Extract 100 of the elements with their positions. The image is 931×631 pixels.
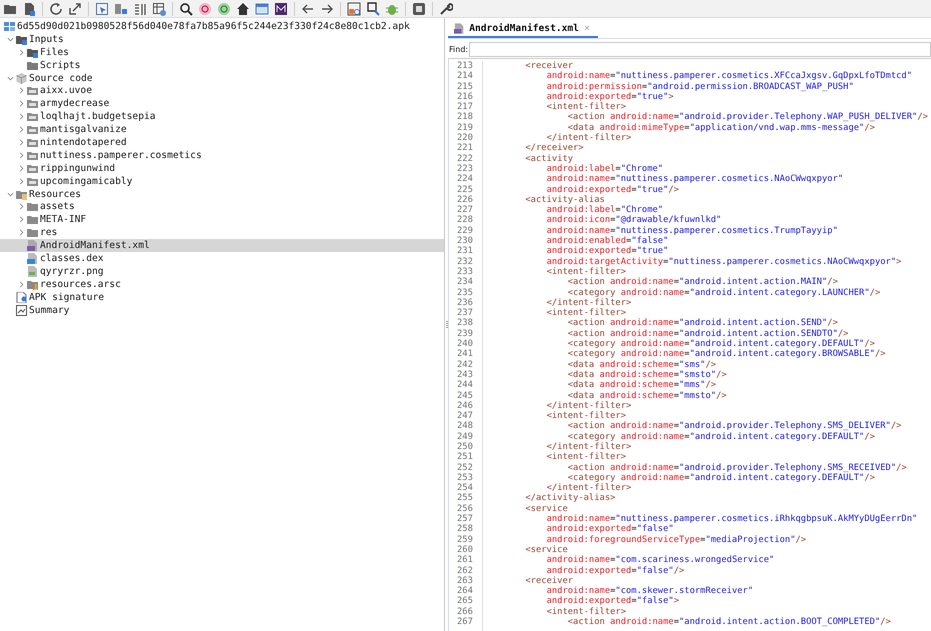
stop-icon[interactable]	[412, 2, 426, 16]
tree-item[interactable]: META-INF	[0, 213, 444, 226]
folder-icon	[27, 227, 38, 238]
export-icon[interactable]	[68, 2, 82, 16]
code-line: android:foregroundServiceType="mediaProjection"/>	[546, 534, 808, 545]
line-number: 249	[456, 432, 474, 442]
line-number: 216	[456, 92, 474, 102]
code-line: <service	[524, 544, 569, 555]
cursor-select-icon[interactable]	[95, 2, 109, 16]
code-line: <service	[524, 504, 569, 514]
dex-icon	[27, 252, 38, 264]
package-folder-icon	[27, 111, 38, 122]
line-number: 241	[456, 349, 474, 360]
back-arrow-icon[interactable]	[301, 2, 315, 16]
signature-icon	[16, 292, 27, 303]
line-number: 267	[456, 617, 474, 628]
code-line: <action android:name="android.intent.action.SEND"/>	[566, 318, 839, 329]
code-line: <action android:name="android.provider.Telephony.SMS_DELIVER"/>	[566, 421, 902, 432]
refresh-icon[interactable]	[49, 2, 63, 16]
line-number: 227	[456, 205, 474, 216]
code-line: android:icon="@drawable/kfuwnlkd"	[546, 215, 722, 226]
tree-item[interactable]: mantisgalvanize	[0, 123, 444, 136]
line-number: 224	[456, 174, 474, 185]
tree-item[interactable]: rippingunwind	[0, 162, 444, 175]
tree-item[interactable]: armydecrease	[0, 97, 444, 110]
manifest-icon	[454, 22, 464, 34]
line-number: 236	[456, 298, 474, 308]
tree-item[interactable]: Summary	[0, 304, 444, 316]
search-icon[interactable]	[179, 2, 193, 16]
code-line: <data android:scheme="smsto"/>	[566, 370, 728, 380]
line-number: 234	[456, 277, 474, 288]
code-line: android:exported="true">	[546, 92, 675, 102]
tree-item[interactable]: loqlhajt.budgetsepia	[0, 110, 444, 124]
code-line: </intent-filter>	[546, 133, 632, 144]
window-icon[interactable]	[255, 2, 269, 16]
line-number: 254	[456, 483, 474, 494]
tree-item[interactable]: classes.dex	[0, 252, 444, 265]
folder-icon	[27, 201, 38, 212]
code-line: android:name="nuttiness.pamperer.cosmetics.XFCcaJxgsv.GqDpxLfoTDmtcd"	[546, 71, 914, 82]
tree-item[interactable]: res	[0, 226, 444, 240]
code-line: android:name="nuttiness.pamperer.cosmetics.TrumpTayyip"	[546, 226, 839, 236]
tree-item[interactable]: qyryrzr.png	[0, 264, 444, 278]
line-number: 223	[456, 164, 474, 174]
tree-item[interactable]: Source code	[0, 72, 444, 84]
tree-item[interactable]: Files	[0, 46, 444, 59]
line-number: 238	[456, 318, 474, 329]
tree-item[interactable]: Resources	[0, 188, 444, 200]
folder-dark-icon	[27, 60, 38, 71]
line-number: 265	[456, 596, 474, 607]
code-line: <category android:name="android.intent.category.DEFAULT"/>	[566, 339, 876, 350]
add-file-icon[interactable]	[22, 2, 36, 16]
tree-item[interactable]: APK signature	[0, 290, 444, 304]
image-icon	[27, 266, 38, 277]
document-search-icon[interactable]	[366, 2, 380, 16]
tree-item[interactable]: resources.arsc	[0, 278, 444, 291]
code-line: <receiver	[524, 576, 574, 586]
tree-item[interactable]: nuttiness.pamperer.cosmetics	[0, 148, 444, 162]
code-line: <action android:name="android.provider.Telephony.WAP_PUSH_DELIVER"/>	[566, 112, 929, 123]
line-number: 221	[456, 143, 474, 154]
code-line: android:name="nuttiness.pamperer.cosmetics.iRhkqgbpsuK.AkMYyDUgEerrDn"	[546, 514, 918, 524]
tree-item[interactable]: assets	[0, 200, 444, 214]
tree-item[interactable]: Scripts	[0, 58, 444, 72]
code-line: <intent-filter>	[546, 411, 626, 422]
resources-icon	[16, 188, 27, 200]
columns-icon[interactable]	[133, 2, 147, 16]
tree-item[interactable]: 6d55d90d021b0980528f56d040e78fa7b85a96f5c244e23f330f24c8e80c1cb2.apk	[0, 20, 444, 33]
tree-item[interactable]: nintendotapered	[0, 136, 444, 149]
wrench-icon[interactable]	[439, 2, 453, 16]
code-line: android:permission="android.permission.BROADCAST_WAP_PUSH"	[546, 82, 855, 92]
code-line: <data android:scheme="mms"/>	[566, 380, 718, 390]
line-number: 253	[456, 472, 474, 484]
tree-item[interactable]: AndroidManifest.xml	[0, 239, 444, 252]
line-number: 256	[456, 504, 474, 514]
editor-tab[interactable]: AndroidManifest.xml ×	[448, 20, 598, 38]
home-icon[interactable]	[236, 2, 250, 16]
code-line: <receiver	[524, 61, 574, 71]
line-number: 214	[456, 71, 474, 82]
code-line: <category android:name="android.intent.category.DEFAULT"/>	[566, 432, 876, 442]
line-number: 262	[456, 566, 474, 576]
splitter-handle[interactable]	[446, 320, 448, 328]
line-number: 247	[456, 411, 474, 422]
line-number: 244	[456, 380, 474, 390]
line-number: 230	[456, 236, 474, 246]
tree-item[interactable]: Inputs	[0, 32, 444, 46]
code-line: <data android:mimeType="application/vnd.wap.mms-message"/>	[566, 122, 876, 133]
code-line: <intent-filter>	[546, 606, 628, 617]
code-line: android:exported="false"/>	[546, 566, 686, 576]
code-line: <category android:name="android.intent.category.BROWSABLE"/>	[566, 349, 887, 360]
tree-item[interactable]: upcomingamicably	[0, 174, 444, 188]
table-icon[interactable]	[152, 2, 166, 16]
code-line: </intent-filter>	[546, 298, 632, 308]
line-number: 235	[456, 288, 474, 298]
code-line: android:exported="true"/>	[546, 184, 680, 195]
line-number: 222	[456, 154, 474, 164]
line-number: 226	[456, 194, 474, 206]
tree-item[interactable]: aixx.uvoe	[0, 84, 444, 98]
find-field[interactable]	[469, 42, 931, 57]
manifest-icon	[27, 240, 38, 252]
forward-arrow-icon[interactable]	[320, 2, 334, 16]
arsc-icon	[27, 278, 38, 290]
